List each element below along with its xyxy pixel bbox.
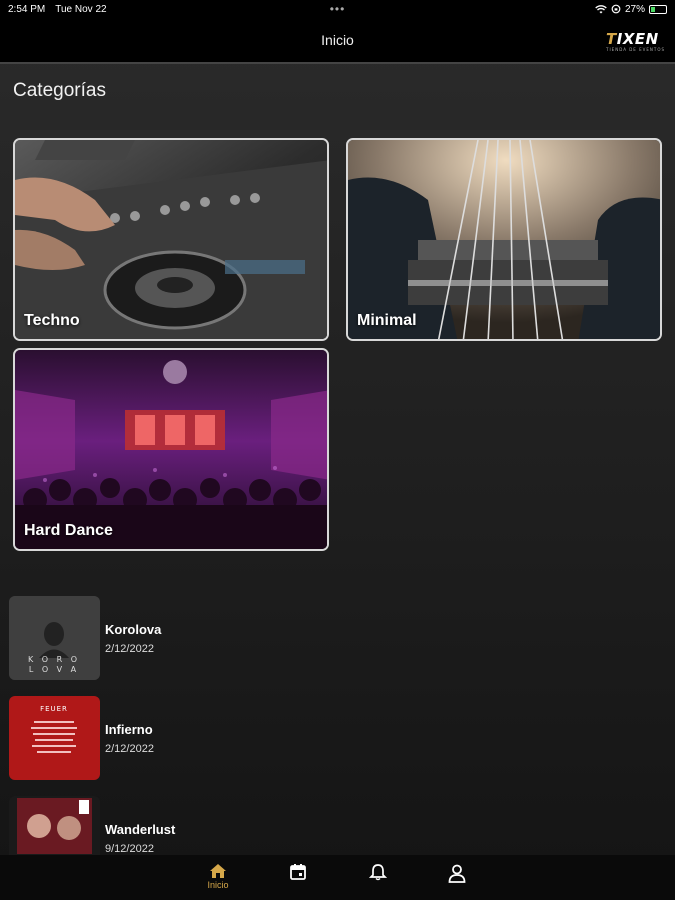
infierno-poster-image: FEUER bbox=[9, 696, 100, 780]
minimal-image bbox=[348, 140, 660, 339]
svg-text:K O R O: K O R O bbox=[28, 655, 80, 664]
nav-calendar[interactable] bbox=[278, 863, 318, 881]
event-date: 2/12/2022 bbox=[105, 742, 154, 755]
calendar-icon bbox=[290, 864, 306, 880]
tixen-logo[interactable]: TIXEN TIENDA DE EVENTOS bbox=[606, 30, 665, 52]
event-name: Wanderlust bbox=[105, 821, 176, 837]
event-thumbnail: K O R O L O V A bbox=[9, 596, 100, 680]
category-card-techno[interactable]: Techno bbox=[13, 138, 329, 341]
nav-profile[interactable] bbox=[437, 863, 477, 883]
status-right: 27% bbox=[595, 4, 667, 15]
status-bar: 2:54 PM Tue Nov 22 ••• 27% bbox=[0, 0, 675, 18]
status-date: Tue Nov 22 bbox=[55, 3, 107, 15]
event-name: Infierno bbox=[105, 721, 153, 737]
nav-notifications[interactable] bbox=[358, 863, 398, 881]
home-icon bbox=[210, 864, 226, 878]
wifi-icon bbox=[595, 4, 607, 13]
page-title: Inicio bbox=[321, 32, 354, 48]
nav-home[interactable]: Inicio bbox=[198, 863, 238, 890]
status-time: 2:54 PM bbox=[8, 3, 46, 15]
event-thumbnail: FEUER bbox=[9, 696, 100, 780]
bottom-nav: Inicio bbox=[0, 855, 675, 900]
category-label: Hard Dance bbox=[24, 522, 113, 539]
event-date: 2/12/2022 bbox=[105, 642, 154, 655]
korolova-poster-image: K O R O L O V A bbox=[9, 596, 100, 680]
multitask-dots[interactable]: ••• bbox=[330, 2, 346, 16]
bell-icon bbox=[369, 864, 387, 881]
svg-text:FEUER: FEUER bbox=[40, 705, 68, 713]
categories-heading: Categorías bbox=[13, 80, 106, 101]
event-date: 9/12/2022 bbox=[105, 842, 154, 855]
svg-text:L O V A: L O V A bbox=[29, 665, 79, 674]
nav-home-label: Inicio bbox=[207, 880, 229, 890]
top-app-bar: Inicio TIXEN TIENDA DE EVENTOS bbox=[0, 18, 675, 64]
event-name: Korolova bbox=[105, 621, 162, 637]
event-item-infierno[interactable]: FEUER Infierno 2/12/2022 bbox=[9, 696, 649, 780]
category-card-minimal[interactable]: Minimal bbox=[346, 138, 662, 341]
event-item-korolova[interactable]: K O R O L O V A Korolova 2/12/2022 bbox=[9, 596, 649, 680]
rotation-lock-icon bbox=[611, 4, 621, 14]
category-label: Minimal bbox=[357, 312, 417, 329]
category-label: Techno bbox=[24, 312, 80, 329]
category-card-hard-dance[interactable]: Hard Dance bbox=[13, 348, 329, 551]
battery-percent: 27% bbox=[624, 3, 645, 15]
techno-image bbox=[15, 140, 327, 339]
user-icon bbox=[448, 864, 466, 883]
hard-dance-image bbox=[15, 350, 327, 549]
battery-icon bbox=[649, 4, 667, 14]
